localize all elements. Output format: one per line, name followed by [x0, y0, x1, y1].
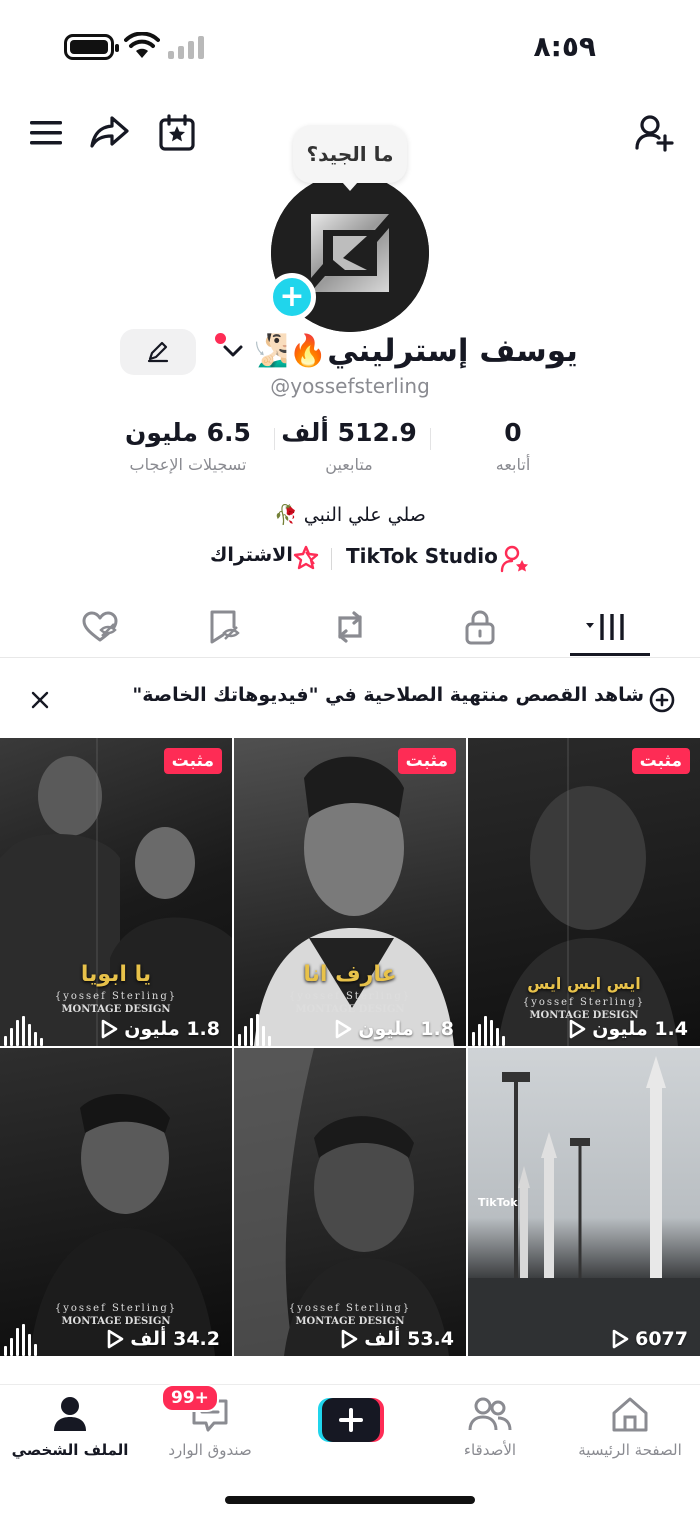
tab-reposts[interactable] — [280, 596, 420, 658]
studio-icon — [500, 545, 528, 573]
create-button[interactable] — [318, 1398, 384, 1442]
pinned-badge: مثبت — [397, 748, 456, 774]
add-friend-icon[interactable] — [632, 112, 676, 154]
video-thumbnail[interactable]: TikTok 6077 — [468, 1048, 700, 1356]
waveform — [0, 1316, 37, 1356]
divider — [274, 428, 275, 450]
watermark: {yossef Sterling} MONTAGE DESIGN — [288, 1303, 412, 1327]
tab-private[interactable] — [410, 596, 550, 658]
view-count: 1.8 مليون — [334, 1018, 454, 1040]
view-count: 1.4 مليون — [568, 1018, 688, 1040]
stat-following[interactable]: 0 أتابعه — [466, 418, 560, 474]
lock-icon — [465, 610, 495, 645]
home-indicator — [225, 1496, 475, 1504]
home-icon — [612, 1397, 648, 1432]
video-thumbnail[interactable]: {yossef Sterling} MONTAGE DESIGN 53.4 ألف — [234, 1048, 466, 1356]
calendar-star-icon[interactable] — [156, 112, 198, 154]
profile-tabs — [0, 596, 700, 658]
view-count: 6077 — [611, 1328, 688, 1350]
nav-profile[interactable]: الملف الشخصي — [0, 1395, 140, 1459]
chevron-down-icon[interactable] — [222, 343, 244, 359]
nav-friends[interactable]: الأصدقاء — [420, 1395, 560, 1459]
bookmark-hidden-icon — [210, 610, 240, 644]
username: @yossefsterling — [270, 374, 430, 398]
banner-text: شاهد القصص منتهية الصلاحية في "فيديوهاتك… — [132, 684, 644, 706]
play-icon — [569, 1019, 586, 1039]
view-count: 1.8 مليون — [100, 1018, 220, 1040]
video-caption: يا ابويا — [80, 962, 152, 987]
pencil-icon — [147, 341, 169, 363]
waveform — [234, 1006, 271, 1046]
pinned-badge: مثبت — [163, 748, 222, 774]
play-icon — [335, 1019, 352, 1039]
waveform — [0, 1006, 43, 1046]
nav-home[interactable]: الصفحة الرئيسية — [560, 1395, 700, 1459]
play-icon — [101, 1019, 118, 1039]
profile-icon — [54, 1397, 86, 1431]
profile-links: الاشتراك TikTok Studio — [0, 542, 700, 574]
active-tab-indicator — [570, 653, 650, 656]
tiktok-studio-link[interactable]: TikTok Studio — [346, 544, 498, 568]
video-thumbnail[interactable]: مثبت عارف انا {yossef Sterling} MONTAGE D… — [234, 738, 466, 1046]
pinned-badge: مثبت — [631, 748, 690, 774]
grid-dropdown-icon — [586, 614, 624, 640]
status-bar: ٨:٥٩ — [0, 0, 700, 96]
display-name: يوسف إسترليني🔥🧏🏻‍♂️ — [250, 333, 578, 369]
heart-hidden-icon — [82, 611, 118, 642]
close-icon[interactable] — [28, 688, 52, 712]
add-story-button[interactable]: + — [268, 273, 316, 321]
story-plus-icon — [649, 687, 675, 713]
tab-favorites[interactable] — [154, 596, 294, 658]
subscribe-link[interactable]: الاشتراك — [210, 544, 293, 566]
video-thumbnail[interactable]: مثبت يا ابويا {yossef Sterling} MONTAGE D… — [0, 738, 232, 1046]
view-count: 34.2 ألف — [106, 1328, 220, 1350]
battery-icon — [64, 34, 119, 60]
menu-icon[interactable] — [26, 114, 66, 152]
video-grid: مثبت يا ابويا {yossef Sterling} MONTAGE D… — [0, 738, 700, 1384]
stat-followers[interactable]: 512.9 ألف متابعين — [278, 418, 420, 474]
video-thumbnail[interactable]: {yossef Sterling} MONTAGE DESIGN 34.2 ألف — [0, 1048, 232, 1356]
share-icon[interactable] — [88, 112, 132, 152]
status-time: ٨:٥٩ — [533, 30, 596, 63]
status-bubble[interactable]: ما الجيد؟ — [293, 125, 407, 191]
divider — [331, 548, 332, 570]
expired-stories-banner[interactable]: شاهد القصص منتهية الصلاحية في "فيديوهاتك… — [0, 672, 700, 728]
tiktok-watermark: TikTok — [478, 1196, 518, 1209]
video-caption: عارف انا — [303, 962, 397, 987]
divider — [430, 428, 431, 450]
play-icon — [107, 1329, 124, 1349]
view-count: 53.4 ألف — [340, 1328, 454, 1350]
video-caption: ايس ايس ايس — [527, 974, 641, 993]
stat-likes: 6.5 مليون تسجيلات الإعجاب — [125, 418, 251, 474]
tab-liked-hidden[interactable] — [30, 596, 170, 658]
repost-icon — [338, 611, 362, 643]
wifi-icon — [124, 32, 160, 58]
bio-text: صلي علي النبي 🥀 — [274, 504, 426, 526]
waveform — [468, 1006, 505, 1046]
plus-icon — [318, 1398, 384, 1442]
tab-videos[interactable] — [540, 596, 680, 658]
inbox-badge: 99+ — [161, 1384, 219, 1412]
edit-name-button[interactable] — [120, 329, 196, 375]
subscribe-icon — [293, 545, 319, 570]
cellular-signal-icon — [168, 36, 204, 59]
friends-icon — [468, 1397, 512, 1431]
play-icon — [612, 1329, 629, 1349]
play-icon — [341, 1329, 358, 1349]
video-thumbnail[interactable]: مثبت ايس ايس ايس {yossef Sterling} MONTAG… — [468, 738, 700, 1046]
